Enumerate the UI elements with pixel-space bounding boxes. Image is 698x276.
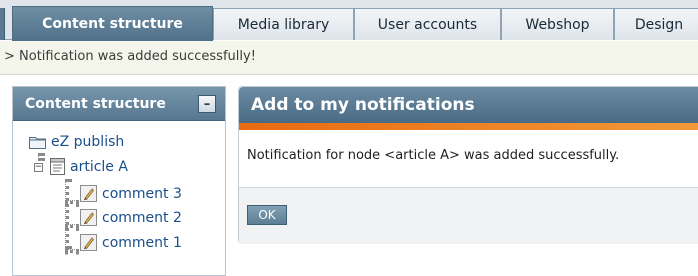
notification-panel: Add to my notifications Notification for… — [238, 86, 698, 244]
tab-user-accounts[interactable]: User accounts — [354, 8, 501, 40]
tree-node-comment-1[interactable]: comment 1 — [80, 234, 182, 251]
tree-connector — [38, 153, 42, 161]
tree-node-label: comment 3 — [102, 185, 182, 202]
content-structure-panel: Content structure – eZ publish − article… — [12, 86, 226, 276]
main-tab-bar: Content structure Media library User acc… — [0, 0, 698, 41]
tree-node-label: comment 2 — [102, 209, 182, 226]
tree-node-comment-2[interactable]: comment 2 — [80, 209, 182, 226]
tree-expand-toggle[interactable]: − — [34, 163, 43, 172]
tab-design[interactable]: Design — [614, 8, 698, 40]
tree-connector — [65, 249, 79, 253]
status-message: > Notification was added successfully! — [0, 41, 698, 75]
content-structure-title: Content structure — [25, 95, 166, 112]
notification-body: Notification for node <article A> was ad… — [239, 130, 698, 188]
document-icon — [50, 158, 65, 175]
tab-bar-left-edge — [0, 8, 5, 40]
tree-node-label: eZ publish — [51, 134, 125, 150]
notification-text: Notification for node <article A> was ad… — [247, 148, 620, 163]
notification-panel-title: Add to my notifications — [251, 95, 475, 115]
tab-content-structure[interactable]: Content structure — [12, 6, 213, 41]
collapse-panel-button[interactable]: – — [198, 95, 216, 113]
tree-connector — [65, 224, 79, 228]
ok-button[interactable]: OK — [247, 205, 287, 225]
notification-panel-header: Add to my notifications — [239, 87, 698, 123]
header-accent-bar — [239, 123, 698, 130]
tree-node-root[interactable]: eZ publish — [29, 134, 124, 150]
comment-icon — [80, 185, 97, 202]
content-structure-header: Content structure — [13, 87, 225, 121]
folder-icon — [29, 137, 46, 149]
comment-icon — [80, 209, 97, 226]
tree-node-label: comment 1 — [102, 234, 182, 251]
tab-webshop[interactable]: Webshop — [501, 8, 614, 40]
tree-node-comment-3[interactable]: comment 3 — [80, 185, 182, 202]
notification-footer: OK — [239, 188, 698, 244]
tree-connector — [65, 200, 79, 204]
tab-media-library[interactable]: Media library — [213, 8, 354, 40]
tree-node-article[interactable]: article A — [50, 158, 128, 175]
tree-node-label: article A — [70, 158, 128, 175]
tree-connector — [65, 179, 69, 249]
comment-icon — [80, 234, 97, 251]
